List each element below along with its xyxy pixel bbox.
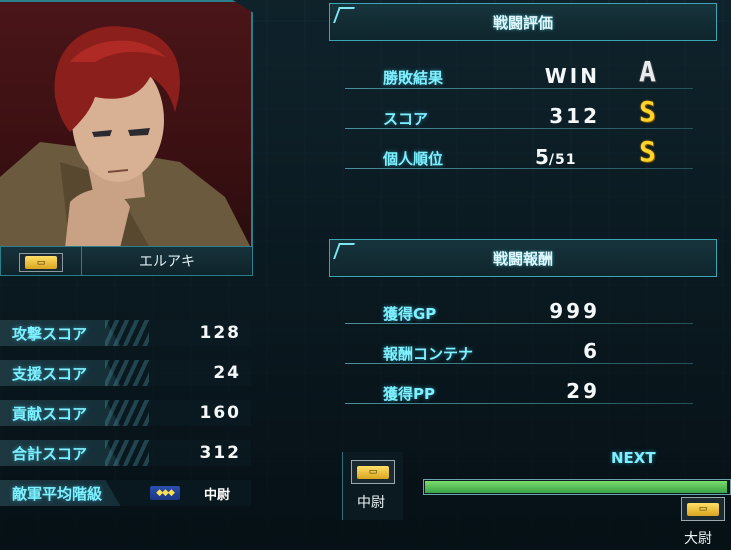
score-label: スコア bbox=[383, 110, 429, 128]
enemy-average-rank-value: 中尉 bbox=[204, 487, 231, 503]
battle-evaluation-title: 戦闘評価 bbox=[492, 13, 553, 32]
reward-container-value: 6 bbox=[583, 339, 600, 363]
pp-value: 29 bbox=[566, 379, 600, 403]
result-value: WIN bbox=[544, 64, 600, 88]
attack-score-label: 攻撃スコア bbox=[12, 324, 88, 343]
result-label: 勝敗結果 bbox=[383, 69, 444, 87]
personal-rank-grade: S bbox=[639, 135, 656, 168]
score-value: 312 bbox=[549, 104, 600, 128]
gp-label: 獲得GP bbox=[383, 305, 437, 323]
total-score-value: 312 bbox=[199, 443, 241, 463]
player-name-bar: ▭ エルアキ bbox=[0, 246, 253, 276]
battle-evaluation-header: 戦闘評価 bbox=[329, 3, 717, 41]
result-grade: A bbox=[639, 55, 656, 88]
enemy-average-rank-label: 敵軍平均階級 bbox=[12, 484, 103, 503]
battle-rewards-header: 戦闘報酬 bbox=[329, 239, 717, 277]
row-underline bbox=[345, 88, 693, 89]
support-score-value: 24 bbox=[213, 363, 241, 383]
next-rank-insignia-icon: ▭ bbox=[681, 497, 725, 521]
reward-container-label: 報酬コンテナ bbox=[383, 345, 474, 363]
attack-score-value: 128 bbox=[199, 323, 241, 343]
row-stripes bbox=[105, 440, 149, 466]
score-grade: S bbox=[639, 95, 656, 128]
row-stripes bbox=[105, 320, 149, 346]
personal-rank-position: 5 bbox=[535, 145, 549, 169]
row-stripes bbox=[105, 360, 149, 386]
player-name: エルアキ bbox=[139, 254, 195, 270]
contribution-score-value: 160 bbox=[199, 403, 241, 423]
total-score-label: 合計スコア bbox=[12, 444, 88, 463]
current-rank-box: ▭ 中尉 bbox=[342, 452, 403, 520]
player-rank-insignia-icon: ▭ bbox=[19, 253, 63, 272]
personal-rank-label: 個人順位 bbox=[383, 150, 444, 168]
next-rank-caption: NEXT bbox=[611, 449, 656, 467]
blue-rank-insignia-icon: ◆◆◆ bbox=[150, 486, 180, 500]
row-stripes bbox=[105, 400, 149, 426]
next-rank-label: 大尉 bbox=[684, 531, 712, 547]
personal-rank-total: /51 bbox=[548, 152, 577, 168]
support-score-label: 支援スコア bbox=[12, 364, 88, 383]
divider bbox=[81, 247, 82, 275]
pp-label: 獲得PP bbox=[383, 385, 435, 403]
current-rank-label: 中尉 bbox=[357, 495, 385, 511]
personal-rank-value: 5/51 bbox=[535, 145, 600, 169]
current-rank-insignia-icon: ▭ bbox=[351, 460, 395, 484]
character-portrait bbox=[0, 0, 253, 250]
header-corner-decoration bbox=[333, 243, 355, 259]
battle-rewards-title: 戦闘報酬 bbox=[492, 249, 553, 268]
gp-value: 999 bbox=[549, 299, 600, 323]
rank-progress-bar bbox=[423, 479, 731, 495]
rank-progress-fill bbox=[425, 481, 727, 493]
header-corner-decoration bbox=[333, 7, 355, 23]
contribution-score-label: 貢献スコア bbox=[12, 404, 88, 423]
